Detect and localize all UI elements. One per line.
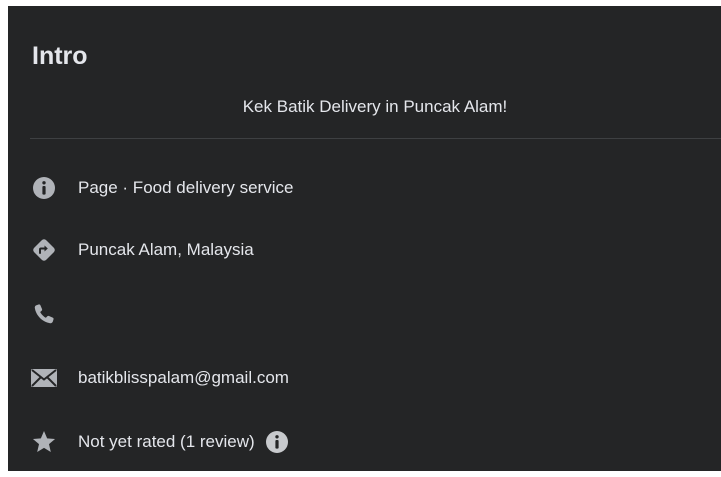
- email-row[interactable]: batikblisspalam@gmail.com: [30, 362, 289, 394]
- category-row: Page · Food delivery service: [30, 172, 293, 204]
- phone-row[interactable]: [30, 298, 78, 330]
- divider: [30, 138, 721, 139]
- intro-bio: Kek Batik Delivery in Puncak Alam!: [242, 97, 508, 116]
- category-text: Page · Food delivery service: [78, 178, 294, 197]
- info-icon: [30, 174, 58, 202]
- location-text[interactable]: Puncak Alam, Malaysia: [78, 239, 254, 261]
- rating-info-icon[interactable]: [265, 430, 289, 454]
- phone-icon: [30, 300, 58, 328]
- intro-card: Intro Kek Batik Delivery in Puncak Alam!…: [8, 6, 721, 471]
- rating-text: Not yet rated (1 review): [78, 432, 255, 451]
- rating-row: Not yet rated (1 review): [30, 426, 289, 458]
- email-text[interactable]: batikblisspalam@gmail.com: [78, 367, 289, 389]
- intro-title: Intro: [32, 42, 88, 70]
- directions-icon: [30, 236, 58, 264]
- star-icon: [30, 428, 58, 456]
- envelope-icon: [30, 364, 58, 392]
- location-row[interactable]: Puncak Alam, Malaysia: [30, 234, 254, 266]
